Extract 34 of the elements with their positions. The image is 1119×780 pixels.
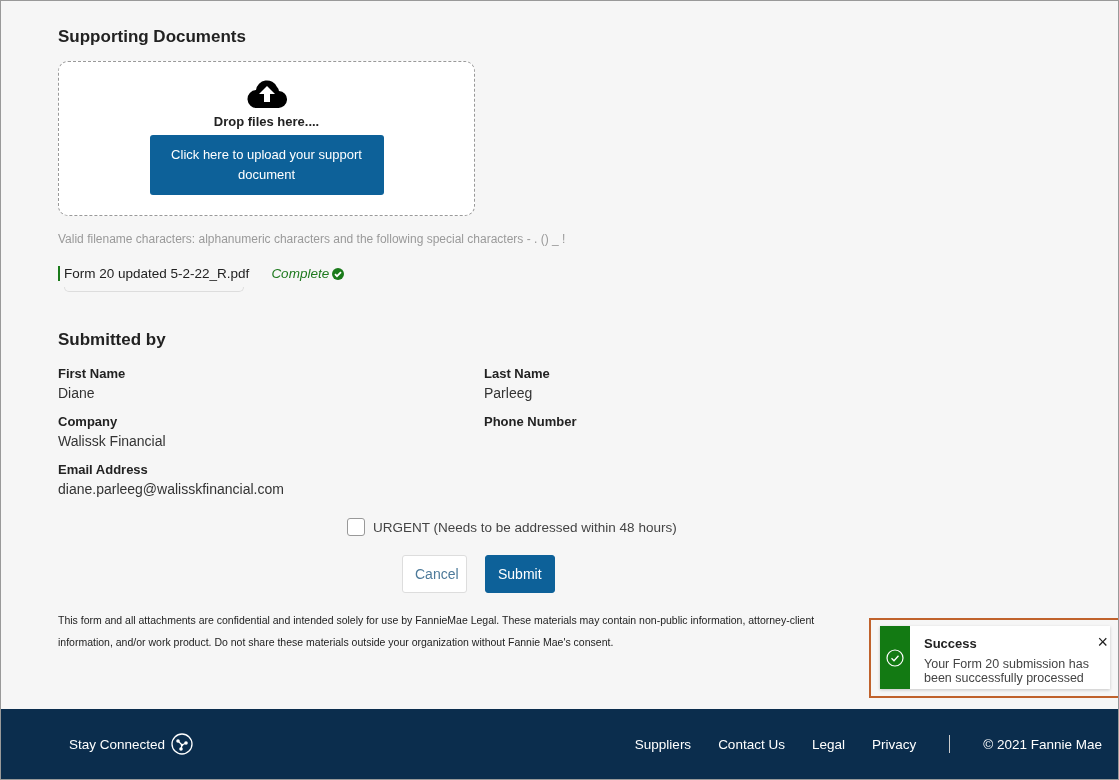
drop-text: Drop files here.... <box>213 114 320 129</box>
field-label: Phone Number <box>484 414 578 429</box>
check-circle-icon <box>332 267 345 280</box>
cancel-button[interactable]: Cancel <box>402 555 467 593</box>
upload-status: Complete <box>271 266 345 281</box>
file-name: Form 20 updated 5-2-22_R.pdf <box>58 266 250 281</box>
field-label: Last Name <box>484 366 551 381</box>
upload-button[interactable]: Click here to upload your support document <box>149 135 384 195</box>
field-value: diane.parleeg@walisskfinancial.com <box>58 481 285 498</box>
footer-link[interactable]: Suppliers <box>634 736 692 752</box>
toast-title: Success <box>924 636 977 651</box>
toast-message: Your Form 20 submission has been successfully processed <box>924 657 1089 685</box>
stay-connected-text: Stay Connected <box>69 736 166 752</box>
checkbox-label: URGENT (Needs to be addressed within 48 hours) <box>373 519 677 535</box>
section-heading: Supporting Documents <box>58 27 247 47</box>
check-circle-icon <box>886 648 904 667</box>
field-label: Email Address <box>58 462 149 477</box>
share-icon[interactable] <box>171 733 194 755</box>
submit-button[interactable]: Submit <box>485 555 555 593</box>
urgent-checkbox[interactable] <box>347 518 365 536</box>
copyright-text: © 2021 Fannie Mae <box>983 736 1102 752</box>
field-value: Walissk Financial <box>58 433 167 450</box>
footer-link[interactable]: Privacy <box>871 736 917 752</box>
filename-hint: Valid filename characters: alphanumeric characters and the following special characters - . () _ ! <box>58 232 567 246</box>
drop-zone[interactable]: Drop files here.... Click here to upload your support document <box>58 61 475 216</box>
field-value: Parleeg <box>484 385 534 402</box>
field-label: First Name <box>58 366 127 381</box>
disclaimer-text: This form and all attachments are confidential and intended solely for use by FannieMae Legal. These materials may contain non-public information, attorney-client information, and/or work product. Do not share these materials outside your organization without Fannie Mae's consent. <box>58 613 816 650</box>
field-value: Diane <box>58 385 96 402</box>
field-label: Company <box>58 414 119 429</box>
footer-link[interactable]: Legal <box>811 736 845 752</box>
section-heading: Submitted by <box>58 330 167 350</box>
footer-link[interactable]: Contact Us <box>718 736 785 752</box>
close-button[interactable]: × <box>1097 632 1108 653</box>
